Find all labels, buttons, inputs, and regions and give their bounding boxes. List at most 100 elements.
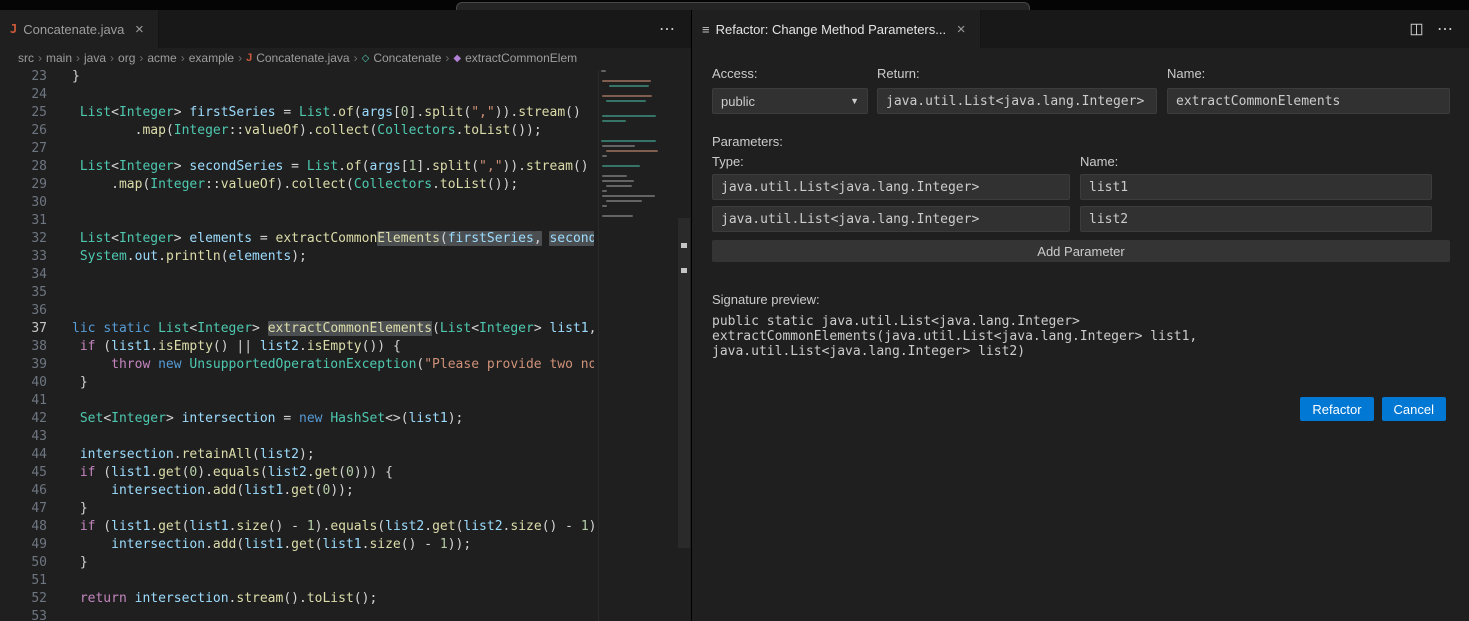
breadcrumb: src›main›java›org›acme›example›JConcaten… [0, 48, 691, 68]
code-line[interactable]: 48 if (list1.get(list1.size() - 1).equal… [0, 518, 594, 536]
code-line[interactable]: 44 intersection.retainAll(list2); [0, 446, 594, 464]
code-line[interactable]: 52 return intersection.stream().toList()… [0, 590, 594, 608]
code-line[interactable]: 31 [0, 212, 594, 230]
panel-more-actions-icon[interactable]: ⋯ [1437, 19, 1453, 39]
breadcrumb-item[interactable]: ◇Concatenate [362, 51, 442, 65]
code-editor[interactable]: 23}2425 List<Integer> firstSeries = List… [0, 68, 691, 621]
name-label: Name: [1167, 66, 1205, 81]
method-name-input[interactable] [1167, 88, 1450, 114]
add-parameter-button[interactable]: Add Parameter [712, 240, 1450, 262]
code-line[interactable]: 23} [0, 68, 594, 86]
panel-tab-title: Refactor: Change Method Parameters... [716, 22, 947, 37]
breadcrumb-item[interactable]: src [18, 51, 34, 65]
code-line[interactable]: 36 [0, 302, 594, 320]
list-icon: ≡ [702, 22, 710, 37]
class-icon: ◇ [362, 53, 370, 64]
line-number: 49 [0, 536, 47, 554]
line-number: 36 [0, 302, 47, 320]
minimap[interactable] [598, 70, 660, 621]
editor-more-actions-icon[interactable]: ⋯ [659, 19, 675, 39]
parameter-type-input[interactable] [712, 174, 1070, 200]
refactor-form: Access: Return: Name: public ▼ Parameter… [692, 48, 1469, 621]
line-number: 40 [0, 374, 47, 392]
line-number: 52 [0, 590, 47, 608]
line-number: 42 [0, 410, 47, 428]
line-number: 27 [0, 140, 47, 158]
code-line[interactable]: 28 List<Integer> secondSeries = List.of(… [0, 158, 594, 176]
line-number: 33 [0, 248, 47, 266]
code-line[interactable]: 50 } [0, 554, 594, 572]
line-number: 30 [0, 194, 47, 212]
code-line[interactable]: 34 [0, 266, 594, 284]
panel-close-icon[interactable]: × [952, 21, 970, 38]
code-line[interactable]: 43 [0, 428, 594, 446]
code-lines[interactable]: 23}2425 List<Integer> firstSeries = List… [0, 68, 594, 621]
line-number: 37 [0, 320, 47, 338]
code-line[interactable]: 45 if (list1.get(0).equals(list2.get(0))… [0, 464, 594, 482]
breadcrumb-item[interactable]: ◆extractCommonElem [453, 51, 577, 65]
access-select[interactable]: public ▼ [712, 88, 868, 114]
breadcrumb-item[interactable]: acme [147, 51, 176, 65]
refactor-button[interactable]: Refactor [1300, 397, 1373, 421]
code-line[interactable]: 25 List<Integer> firstSeries = List.of(a… [0, 104, 594, 122]
param-name-label: Name: [1080, 154, 1118, 169]
param-rows [712, 174, 1432, 238]
line-number: 26 [0, 122, 47, 140]
line-number: 31 [0, 212, 47, 230]
code-line[interactable]: 47 } [0, 500, 594, 518]
occurrence-marker [681, 243, 687, 248]
breadcrumb-item[interactable]: org [118, 51, 135, 65]
code-line[interactable]: 30 [0, 194, 594, 212]
occurrence-marker [681, 268, 687, 273]
return-type-input[interactable] [877, 88, 1157, 114]
access-selected-value: public [721, 94, 755, 109]
code-line[interactable]: 26 .map(Integer::valueOf).collect(Collec… [0, 122, 594, 140]
chevron-down-icon: ▼ [850, 96, 859, 106]
java-icon: J [246, 52, 252, 64]
line-number: 51 [0, 572, 47, 590]
breadcrumb-item[interactable]: example [189, 51, 234, 65]
code-line[interactable]: 38 if (list1.isEmpty() || list2.isEmpty(… [0, 338, 594, 356]
breadcrumb-item[interactable]: java [84, 51, 106, 65]
code-line[interactable]: 40 } [0, 374, 594, 392]
line-number: 45 [0, 464, 47, 482]
parameter-name-input[interactable] [1080, 174, 1432, 200]
code-line[interactable]: 51 [0, 572, 594, 590]
code-line[interactable]: 49 intersection.add(list1.get(list1.size… [0, 536, 594, 554]
tab-label: Concatenate.java [23, 22, 124, 37]
breadcrumb-item[interactable]: main [46, 51, 72, 65]
tab-refactor-change-method-parameters[interactable]: ≡ Refactor: Change Method Parameters... … [692, 10, 981, 48]
parameter-name-input[interactable] [1080, 206, 1432, 232]
line-number: 44 [0, 446, 47, 464]
code-line[interactable]: 53 [0, 608, 594, 621]
tab-close-icon[interactable]: × [130, 21, 148, 38]
line-number: 41 [0, 392, 47, 410]
overview-ruler [677, 68, 691, 621]
tab-concatenate-java[interactable]: J Concatenate.java × [0, 10, 159, 48]
code-line[interactable]: 42 Set<Integer> intersection = new HashS… [0, 410, 594, 428]
editor-group: J Concatenate.java × ⋯ src›main›java›org… [0, 10, 691, 621]
parameter-row [712, 206, 1432, 232]
code-line[interactable]: 24 [0, 86, 594, 104]
code-line[interactable]: 27 [0, 140, 594, 158]
parameter-type-input[interactable] [712, 206, 1070, 232]
code-line[interactable]: 41 [0, 392, 594, 410]
parameter-row [712, 174, 1432, 200]
breadcrumb-item[interactable]: JConcatenate.java [246, 51, 350, 65]
code-line[interactable]: 37lic static List<Integer> extractCommon… [0, 320, 594, 338]
code-line[interactable]: 39 throw new UnsupportedOperationExcepti… [0, 356, 594, 374]
code-line[interactable]: 29 .map(Integer::valueOf).collect(Collec… [0, 176, 594, 194]
command-center[interactable] [456, 2, 1030, 10]
java-file-icon: J [10, 22, 17, 36]
line-number: 48 [0, 518, 47, 536]
cancel-button[interactable]: Cancel [1382, 397, 1446, 421]
line-number: 32 [0, 230, 47, 248]
line-number: 35 [0, 284, 47, 302]
code-line[interactable]: 33 System.out.println(elements); [0, 248, 594, 266]
code-line[interactable]: 46 intersection.add(list1.get(0)); [0, 482, 594, 500]
code-line[interactable]: 32 List<Integer> elements = extractCommo… [0, 230, 594, 248]
line-number: 34 [0, 266, 47, 284]
code-line[interactable]: 35 [0, 284, 594, 302]
split-editor-icon[interactable] [1410, 23, 1423, 36]
line-number: 43 [0, 428, 47, 446]
